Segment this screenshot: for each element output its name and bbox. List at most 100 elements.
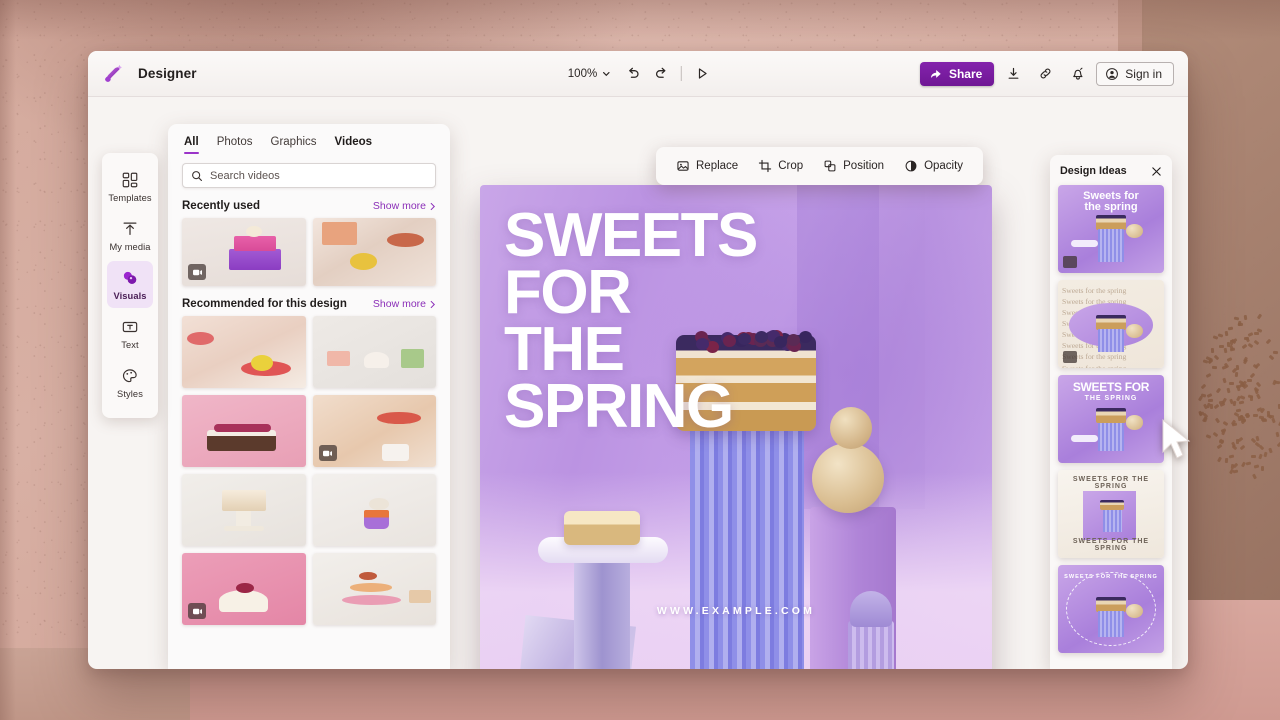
undo-button[interactable] [620,62,646,86]
design-ideas-panel: Design Ideas Sweets for the spring Sweet… [1050,155,1172,669]
share-label: Share [949,67,982,81]
sidebar-item-styles[interactable]: Styles [107,359,153,406]
sidebar-item-visuals[interactable]: Visuals [107,261,153,308]
idea-mini-table [1071,435,1099,442]
idea-mini-bread [1126,604,1143,618]
redo-button[interactable] [648,62,674,86]
show-more-label: Show more [373,298,426,310]
share-button[interactable]: Share [920,62,994,86]
templates-grid-icon [121,171,139,189]
canvas-tart [564,511,640,545]
position-button[interactable]: Position [815,154,892,178]
idea-mini-column [1098,329,1123,352]
thumbnail-lemon-on-table-still[interactable] [313,218,437,286]
idea-card-3[interactable]: SWEETS FOR THE SPRING [1058,375,1164,463]
designer-app-window: Designer 100% Share Sign in Templates My… [88,51,1188,669]
show-more-recommended[interactable]: Show more [373,298,436,310]
titlebar-right-controls: Share Sign in [920,62,1176,86]
idea-mini-cake [1096,597,1126,612]
thumbnail-white-cake-on-stand[interactable] [182,474,306,546]
search-placeholder: Search videos [210,170,280,182]
present-button[interactable] [689,62,715,86]
replace-button[interactable]: Replace [668,154,746,178]
replace-image-icon [676,159,690,173]
design-canvas[interactable]: SWEETS FOR THE SPRING WWW.EXAMPLE.COM [480,185,992,669]
mouse-cursor [1160,418,1194,462]
idea-card-text: Sweets for the spring [1064,191,1158,213]
tab-all[interactable]: All [184,136,199,156]
download-button[interactable] [1000,62,1026,86]
idea-mini-cake [1096,408,1126,423]
section-header-recently-used: Recently used Show more [168,188,450,218]
opacity-button[interactable]: Opacity [896,154,971,178]
opacity-label: Opacity [924,160,963,172]
thumbnail-pastel-desserts-trio[interactable] [313,316,437,388]
sprinkles-decoration [1196,300,1280,490]
notifications-button[interactable] [1064,62,1090,86]
idea-mini-cake [1096,315,1126,330]
thumbnail-lemon-slices-red-plate[interactable] [182,316,306,388]
visuals-shapes-icon [121,269,139,287]
idea-card-1[interactable]: Sweets for the spring [1058,185,1164,273]
idea-card-2[interactable]: Sweets for the spring Sweets for the spri… [1058,280,1164,368]
canvas-website-text[interactable]: WWW.EXAMPLE.COM [480,605,992,617]
sidebar-item-text[interactable]: Text [107,310,153,357]
thumbnail-purple-cupcake[interactable] [313,474,437,546]
sign-in-label: Sign in [1125,67,1162,81]
close-x-icon[interactable] [1151,166,1162,177]
sign-in-button[interactable]: Sign in [1096,62,1174,86]
idea-mini-cake [1100,500,1123,511]
idea-card-text: SWEETS FOR THE SPRING [1064,476,1158,490]
idea-card-subtext: THE SPRING [1064,395,1158,402]
styles-palette-icon [121,367,139,385]
search-icon [191,170,203,182]
app-body: Templates My media Visuals Text Styles A… [88,97,1188,669]
crop-button[interactable]: Crop [750,154,811,178]
zoom-level-dropdown[interactable]: 100% [561,64,618,84]
app-titlebar: Designer 100% Share Sign in [88,51,1188,97]
background-top-shadow [0,0,1280,40]
position-layers-icon [823,159,837,173]
idea-card-text-bottom: SWEETS FOR THE SPRING [1064,538,1158,552]
tab-label: Videos [335,136,373,148]
panel-tabs: All Photos Graphics Videos [168,136,450,156]
canvas-headline[interactable]: SWEETS FOR THE SPRING [504,207,914,435]
search-input[interactable]: Search videos [182,163,436,188]
designer-logo-icon [100,61,126,87]
canvas-headline-line: FOR [504,264,914,321]
sidebar-item-label: Visuals [113,291,146,301]
canvas-headline-line: SPRING [504,378,914,435]
show-more-label: Show more [373,200,426,212]
canvas-bread-ball [812,443,884,513]
idea-mini-column [1098,611,1123,637]
tab-videos[interactable]: Videos [335,136,373,156]
thumbnail-mug-and-pastry-scene[interactable] [313,395,437,467]
design-ideas-header: Design Ideas [1058,163,1164,185]
crop-label: Crop [778,160,803,172]
replace-label: Replace [696,160,738,172]
idea-card-4[interactable]: SWEETS FOR THE SPRING SWEETS FOR THE SPR… [1058,470,1164,558]
tab-graphics[interactable]: Graphics [271,136,317,156]
app-title: Designer [138,66,197,81]
thumbnail-cherry-dome-dessert-pink[interactable] [182,553,306,625]
tab-photos[interactable]: Photos [217,136,253,156]
idea-card-5[interactable]: SWEETS FOR THE SPRING [1058,565,1164,653]
sidebar-item-my-media[interactable]: My media [107,212,153,259]
thumbnail-layered-pink-purple-cake-video[interactable] [182,218,306,286]
canvas-headline-line: SWEETS [504,207,914,264]
copy-link-button[interactable] [1032,62,1058,86]
idea-card-text: SWEETS FOR [1064,381,1158,393]
sidebar-item-label: Styles [117,389,143,399]
idea-mini-bread [1126,324,1143,338]
recently-used-grid [168,218,450,286]
sidebar-item-label: Text [121,340,138,350]
thumbnail-raspberry-chocolate-cake-pink[interactable] [182,395,306,467]
canvas-fluted-column [848,621,894,669]
thumbnail-macaron-tower[interactable] [313,553,437,625]
design-ideas-title: Design Ideas [1060,165,1127,177]
share-icon [929,67,943,81]
show-more-recently-used[interactable]: Show more [373,200,436,212]
idea-mini-cake [1096,215,1126,230]
sidebar-item-templates[interactable]: Templates [107,163,153,210]
assets-panel: All Photos Graphics Videos Search videos [168,124,450,669]
